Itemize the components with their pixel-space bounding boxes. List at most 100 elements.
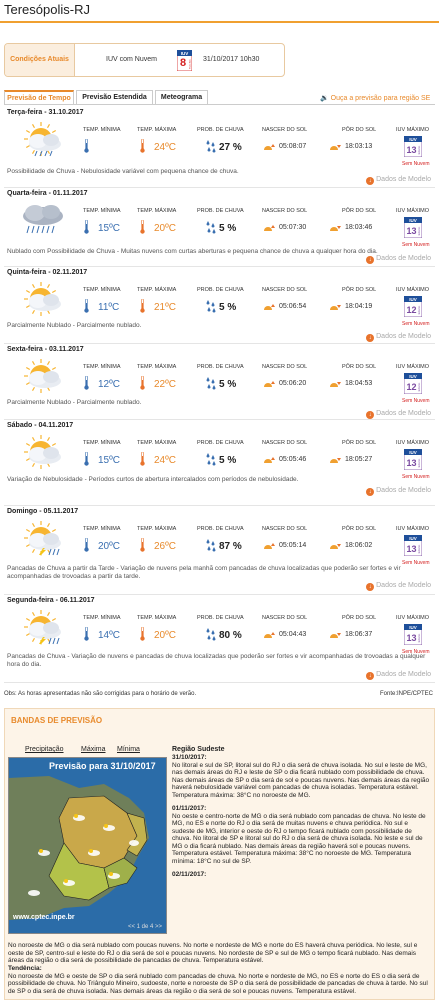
iuv-badge-icon: IUV 8 Muito Alto — [177, 50, 192, 71]
sunrise-time: 05:06:54 — [279, 303, 307, 310]
model-data-label: Dados de Modelo — [376, 176, 431, 183]
listen-link[interactable]: 🔉 Ouça a previsão para região SE — [320, 94, 430, 102]
download-icon: ↓ — [366, 177, 375, 185]
tab-minima[interactable]: Mínima — [117, 746, 140, 753]
day-description: Possibilidade de Chuva - Nebulosidade va… — [7, 168, 239, 175]
svg-text:Extremo: Extremo — [418, 305, 421, 314]
model-data-link[interactable]: ↓ Dados de Modelo — [366, 176, 431, 185]
day-forecast-row: Sexta-feira - 03.11.2017 TEMP. MÍNIMA TEMP… — [4, 344, 435, 420]
model-data-link[interactable]: ↓ Dados de Modelo — [366, 333, 431, 342]
svg-text:IUV: IUV — [181, 51, 189, 56]
thermometer-cold-icon — [84, 298, 89, 313]
col-sunset-header: PÔR DO SOL — [342, 208, 377, 214]
rain-probability: 5 % — [219, 302, 237, 313]
model-data-label: Dados de Modelo — [376, 333, 431, 340]
col-sunrise-header: NASCER DO SOL — [262, 208, 308, 214]
sunset-icon — [329, 631, 341, 639]
rain-probability: 5 % — [219, 379, 237, 390]
tab-precipitacao[interactable]: Precipitação — [25, 746, 64, 753]
speaker-icon: 🔉 — [320, 95, 329, 102]
col-rain-header: PROB. DE CHUVA — [197, 615, 244, 621]
uv-index-badge-icon: IUV 13 Extremo — [403, 135, 423, 158]
model-data-link[interactable]: ↓ Dados de Modelo — [366, 671, 431, 680]
thermometer-hot-icon — [140, 375, 145, 390]
forecast-date-3: 02/11/2017: — [172, 871, 207, 878]
model-data-link[interactable]: ↓ Dados de Modelo — [366, 582, 431, 591]
col-uv-header: IUV MÁXIMO — [396, 127, 430, 133]
model-data-link[interactable]: ↓ Dados de Modelo — [366, 487, 431, 496]
temp-min: 20ºC — [98, 541, 120, 552]
sunset-time: 18:04:53 — [345, 380, 373, 387]
raindrops-icon — [205, 139, 217, 153]
col-uv-header: IUV MÁXIMO — [396, 440, 430, 446]
model-data-link[interactable]: ↓ Dados de Modelo — [366, 410, 431, 419]
sunrise-time: 05:04:43 — [279, 631, 307, 638]
day-description: Parcialmente Nublado - Parcialmente nubl… — [7, 322, 142, 329]
sunset-icon — [329, 542, 341, 550]
footer-source: Fonte:INPE/CPTEC — [379, 691, 433, 697]
svg-text:Extremo: Extremo — [418, 633, 421, 642]
map-pager[interactable]: << 1 de 4 >> — [128, 924, 162, 930]
bandas-panel: BANDAS DE PREVISÃO Precipitação Máxima M… — [4, 708, 435, 1000]
weather-icon — [13, 356, 70, 394]
rain-probability: 5 % — [219, 223, 237, 234]
thermometer-hot-icon — [140, 451, 145, 466]
current-iuv-value: 8 — [180, 57, 186, 69]
col-uv-header: IUV MÁXIMO — [396, 526, 430, 532]
rain-probability: 27 % — [219, 142, 242, 153]
temp-min: 11ºC — [98, 302, 120, 313]
listen-label: Ouça a previsão para região SE — [330, 95, 431, 102]
sunset-time: 18:03:13 — [345, 143, 373, 150]
uv-index-badge-icon: IUV 12 Extremo — [403, 372, 423, 395]
download-icon: ↓ — [366, 334, 375, 342]
col-sunset-header: PÔR DO SOL — [342, 287, 377, 293]
svg-text:Extremo: Extremo — [418, 145, 421, 154]
svg-text:12: 12 — [406, 305, 416, 315]
current-iuv-level: Muito Alto — [188, 58, 191, 68]
temp-max: 24ºC — [154, 455, 176, 466]
col-uv-header: IUV MÁXIMO — [396, 208, 430, 214]
uv-note: Sem Nuvem — [402, 161, 430, 167]
model-data-label: Dados de Modelo — [376, 671, 431, 678]
rain-probability: 87 % — [219, 541, 242, 552]
col-uv-header: IUV MÁXIMO — [396, 287, 430, 293]
col-rain-header: PROB. DE CHUVA — [197, 440, 244, 446]
col-sunrise-header: NASCER DO SOL — [262, 287, 308, 293]
raindrops-icon — [205, 452, 217, 466]
tab-meteograma[interactable]: Meteograma — [155, 90, 208, 104]
svg-text:IUV: IUV — [409, 297, 417, 302]
col-tmax-header: TEMP. MÁXIMA — [137, 440, 177, 446]
sunset-icon — [329, 143, 341, 151]
uv-index-badge-icon: IUV 13 Extremo — [403, 216, 423, 239]
col-tmax-header: TEMP. MÁXIMA — [137, 615, 177, 621]
model-data-link[interactable]: ↓ Dados de Modelo — [366, 255, 431, 264]
col-tmin-header: TEMP. MÍNIMA — [83, 364, 121, 370]
tab-previsao-tempo[interactable]: Previsão de Tempo — [4, 90, 74, 104]
temp-min: 12ºC — [98, 379, 120, 390]
model-data-label: Dados de Modelo — [376, 582, 431, 589]
sunrise-icon — [263, 143, 275, 151]
col-tmax-header: TEMP. MÁXIMA — [137, 208, 177, 214]
svg-text:IUV: IUV — [409, 218, 417, 223]
forecast-map: Previsão para 31/10/2017 www.cptec.inpe.… — [8, 757, 167, 934]
svg-text:13: 13 — [406, 458, 416, 468]
day-description: Variação de Nebulosidade - Períodos curt… — [7, 476, 299, 483]
col-uv-header: IUV MÁXIMO — [396, 364, 430, 370]
col-rain-header: PROB. DE CHUVA — [197, 526, 244, 532]
download-icon: ↓ — [366, 256, 375, 264]
temp-min: 15ºC — [98, 223, 120, 234]
tab-previsao-estendida[interactable]: Previsão Estendida — [76, 90, 153, 104]
thermometer-hot-icon — [140, 626, 145, 641]
col-sunset-header: PÔR DO SOL — [342, 615, 377, 621]
svg-text:13: 13 — [406, 544, 416, 554]
weather-icon — [13, 518, 70, 556]
sunset-icon — [329, 456, 341, 464]
current-datetime: 31/10/2017 10h30 — [203, 56, 260, 63]
sunrise-icon — [263, 224, 275, 232]
temp-max: 22ºC — [154, 379, 176, 390]
col-sunrise-header: NASCER DO SOL — [262, 440, 308, 446]
uv-index-badge-icon: IUV 12 Extremo — [403, 295, 423, 318]
day-forecast-row: Quarta-feira - 01.11.2017 TEMP. MÍNIMA TEM… — [4, 188, 435, 267]
tab-maxima[interactable]: Máxima — [81, 746, 106, 753]
col-rain-header: PROB. DE CHUVA — [197, 364, 244, 370]
